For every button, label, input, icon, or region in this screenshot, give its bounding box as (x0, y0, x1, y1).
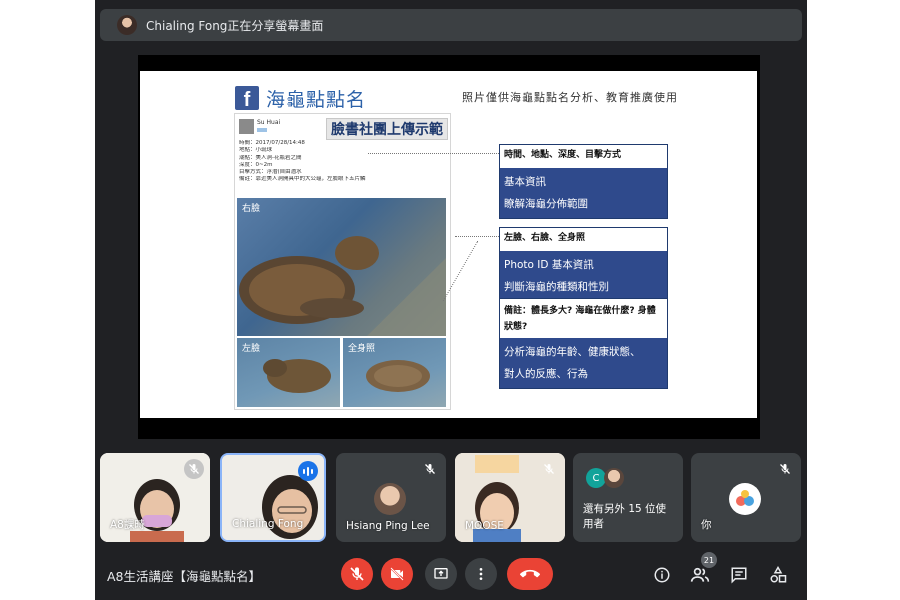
info-box-line: 瞭解海龜分佈範圍 (504, 198, 588, 210)
camera-toggle-button[interactable] (381, 558, 413, 590)
participant-avatar (604, 468, 624, 488)
info-box-header: 左臉、右臉、全身照 (504, 233, 586, 243)
info-box-header: 備註：體長多大? 海龜在做什麼? 身體狀態? (504, 306, 656, 332)
participant-name: MOOSE (465, 520, 504, 532)
turtle-photo-right: 右臉 (237, 198, 446, 336)
self-avatar (729, 483, 761, 515)
info-box-line: 對人的反應、行為 (504, 368, 588, 380)
meeting-title: A8生活講座【海龜點點名】 (107, 569, 262, 584)
connector-line (455, 236, 499, 237)
post-detail-line: 目擊方式：浮潛(自由潛水 (239, 169, 302, 176)
info-box-body: 分析海龜的年齡、健康狀態、 對人的反應、行為 (500, 338, 667, 388)
info-box-line: 基本資訊 (504, 176, 546, 188)
slide-title: 海龜點點名 (266, 89, 367, 111)
turtle-image (239, 236, 446, 336)
presentation-banner: Chialing Fong正在分享螢幕畫面 (100, 9, 802, 41)
camera-off-icon (390, 567, 404, 581)
mic-off-icon (420, 459, 440, 479)
participant-name: A8課時 (110, 519, 145, 531)
post-detail-line: 備註：靠近美人洞開具中的大公龜，左臉眼下五片鱗 (239, 176, 366, 183)
info-icon (654, 567, 670, 583)
facebook-post-example: Su Huai 臉書社團上傳示範 時間：2017/07/28/14:48 地點：… (234, 113, 451, 410)
more-participants-label: 還有另外 15 位使用者 (583, 503, 667, 530)
info-box-photo-id: 左臉、右臉、全身照 Photo ID 基本資訊 判斷海龜的種類和性別 (499, 227, 668, 302)
facebook-icon: f (235, 86, 259, 111)
info-box-body: Photo ID 基本資訊 判斷海龜的種類和性別 (500, 251, 667, 301)
meeting-details-button[interactable] (651, 564, 673, 586)
meet-window: Chialing Fong正在分享螢幕畫面 f 海龜點點名 照片僅供海龜點點名分… (95, 0, 807, 600)
mic-toggle-button[interactable] (341, 558, 373, 590)
slide-note: 照片僅供海龜點點名分析、教育推廣使用 (462, 91, 678, 104)
leave-call-button[interactable] (507, 558, 553, 590)
hang-up-icon (520, 569, 540, 578)
post-label: 臉書社團上傳示範 (326, 118, 448, 140)
presentation-slide: f 海龜點點名 照片僅供海龜點點名分析、教育推廣使用 Su Huai 臉書社團上… (140, 71, 757, 418)
connector-line (368, 153, 499, 154)
people-icon (690, 567, 710, 582)
banner-text: Chialing Fong正在分享螢幕畫面 (146, 18, 324, 33)
info-box-line: 分析海龜的年齡、健康狀態、 (504, 346, 641, 358)
post-details: 時間：2017/07/28/14:48 地點：小琉球 潮點：美人洞-花瓶岩之間 … (239, 140, 449, 184)
people-count-badge: 21 (701, 552, 717, 568)
present-icon (434, 568, 448, 579)
poster-name: Su Huai (257, 119, 281, 126)
activities-button[interactable] (767, 564, 789, 586)
info-box-line: 判斷海龜的種類和性別 (504, 281, 609, 293)
participant-avatar: C (586, 468, 606, 488)
shared-screen: f 海龜點點名 照片僅供海龜點點名分析、教育推廣使用 Su Huai 臉書社團上… (138, 55, 760, 439)
photo-caption-full: 全身照 (348, 344, 376, 354)
more-participants-tile[interactable]: C 還有另外 15 位使用者 (573, 453, 683, 542)
self-tile[interactable]: 你 (691, 453, 801, 542)
mic-off-icon (350, 567, 364, 581)
chat-icon (731, 567, 747, 584)
post-detail-line: 時間：2017/07/28/14:48 (239, 140, 305, 146)
post-detail-line: 潮點：美人洞-花瓶岩之間 (239, 154, 302, 161)
participant-name: Chialing Fong (232, 518, 304, 530)
info-box-notes: 備註：體長多大? 海龜在做什麼? 身體狀態? 分析海龜的年齡、健康狀態、 對人的… (499, 298, 668, 389)
mic-off-icon (184, 459, 204, 479)
info-box-header: 時間、地點、深度、目擊方式 (504, 150, 622, 160)
participant-tile[interactable]: Hsiang Ping Lee (336, 453, 446, 542)
turtle-photo-left: 左臉 (237, 338, 340, 407)
present-screen-button[interactable] (425, 558, 457, 590)
participant-name: Hsiang Ping Lee (346, 520, 430, 532)
speaking-indicator-icon (298, 461, 318, 481)
info-box-basic: 時間、地點、深度、目擊方式 基本資訊 瞭解海龜分佈範圍 (499, 144, 668, 219)
mic-off-icon (539, 459, 559, 479)
poster-avatar (239, 119, 254, 134)
photo-caption-right: 右臉 (242, 204, 261, 214)
more-vert-icon (479, 568, 483, 580)
turtle-photo-full: 全身照 (343, 338, 446, 407)
shapes-icon (770, 566, 787, 583)
chat-button[interactable] (728, 564, 750, 586)
participant-tile-speaking[interactable]: Chialing Fong (220, 453, 326, 542)
info-box-line: Photo ID 基本資訊 (504, 259, 594, 271)
participant-tile[interactable]: A8課時 (100, 453, 210, 542)
post-detail-line: 深度：0~2m (239, 161, 273, 168)
photo-caption-left: 左臉 (242, 344, 261, 354)
more-options-button[interactable] (465, 558, 497, 590)
participant-tile[interactable]: MOOSE (455, 453, 565, 542)
participant-avatar (374, 483, 406, 515)
info-box-body: 基本資訊 瞭解海龜分佈範圍 (500, 168, 667, 218)
presenter-avatar (117, 15, 137, 35)
mic-off-icon (775, 459, 795, 479)
participant-name: 你 (701, 519, 712, 531)
poster-tag (257, 128, 267, 132)
